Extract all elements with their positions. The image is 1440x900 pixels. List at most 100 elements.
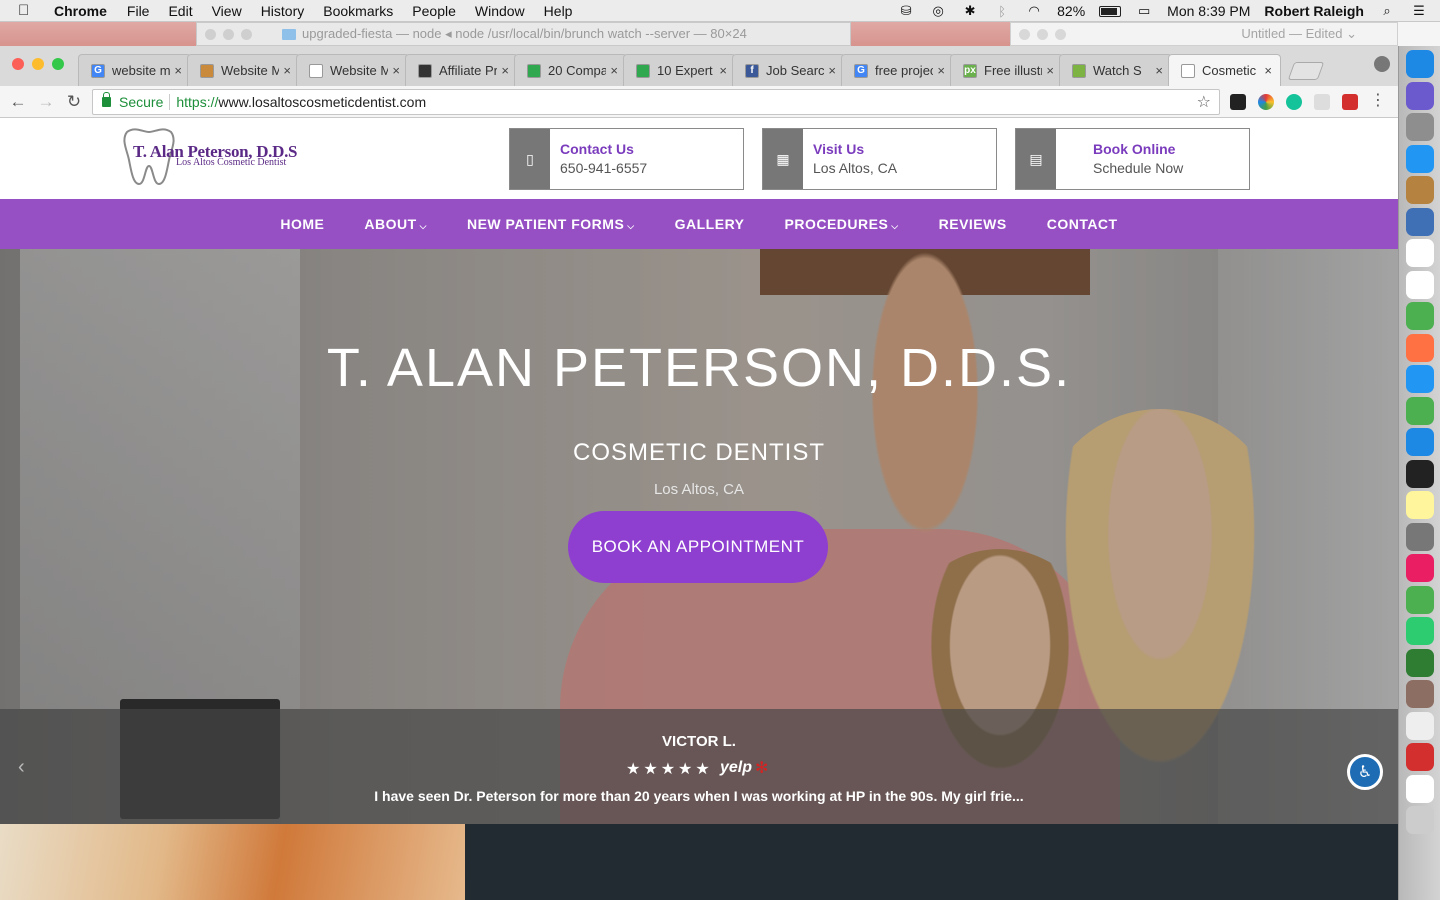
menu-history[interactable]: History: [261, 3, 305, 19]
dock-app-icon[interactable]: [1406, 774, 1434, 803]
new-tab-button[interactable]: [1287, 62, 1325, 80]
dock-app-icon[interactable]: [1406, 270, 1434, 299]
untitled-window-controls[interactable]: [1019, 28, 1066, 40]
tab-close-icon[interactable]: ×: [392, 63, 400, 78]
wifi-icon[interactable]: ◠: [1025, 3, 1043, 18]
menu-help[interactable]: Help: [544, 3, 573, 19]
menubar-user[interactable]: Robert Raleigh: [1264, 3, 1364, 19]
dock-app-icon[interactable]: [1406, 585, 1434, 614]
dock-app-icon[interactable]: [1406, 176, 1434, 204]
book-online-box[interactable]: ▤ Book Online Schedule Now: [1015, 128, 1250, 190]
visit-us-location[interactable]: Los Altos, CA: [813, 160, 897, 176]
browser-tab[interactable]: Affiliate Pr ×: [405, 54, 518, 86]
bookmark-star-icon[interactable]: ☆: [1197, 92, 1211, 112]
browser-tab[interactable]: Gwebsite m ×: [78, 54, 191, 86]
nav-reviews[interactable]: REVIEWS: [939, 216, 1007, 232]
dock-app-icon[interactable]: [1406, 333, 1434, 362]
status-menu-icon[interactable]: ⛁: [897, 3, 915, 18]
browser-tab[interactable]: px Free illustr ×: [950, 54, 1063, 86]
apple-menu-icon[interactable]: : [18, 2, 36, 19]
dock-app-icon[interactable]: [1406, 806, 1434, 834]
tab-close-icon[interactable]: ×: [719, 63, 727, 78]
close-window-button[interactable]: [12, 58, 24, 70]
tab-close-icon[interactable]: ×: [1155, 63, 1163, 78]
dock-app-icon[interactable]: [1406, 144, 1434, 173]
reload-icon[interactable]: ↻: [60, 92, 88, 112]
browser-tab[interactable]: Watch S ×: [1059, 54, 1172, 86]
bluetooth-icon[interactable]: ᛒ: [993, 4, 1011, 19]
menu-people[interactable]: People: [412, 3, 456, 19]
tab-close-icon[interactable]: ×: [1046, 63, 1054, 78]
dock-app-icon[interactable]: [1406, 113, 1434, 141]
visit-us-box[interactable]: ▦ Visit Us Los Altos, CA: [762, 128, 997, 190]
menu-view[interactable]: View: [212, 3, 242, 19]
status-app-icon[interactable]: ✱: [961, 3, 979, 18]
zoom-window-button[interactable]: [52, 58, 64, 70]
menu-file[interactable]: File: [127, 3, 150, 19]
dock-app-icon[interactable]: [1406, 302, 1434, 330]
menu-window[interactable]: Window: [475, 3, 525, 19]
minimize-window-button[interactable]: [32, 58, 44, 70]
chrome-menu-icon[interactable]: ⋮: [1370, 93, 1386, 110]
back-arrow-icon[interactable]: ←: [4, 92, 32, 112]
dock-app-icon[interactable]: [1406, 50, 1434, 78]
carousel-prev-arrow-icon[interactable]: ‹: [18, 756, 25, 779]
extension-icon[interactable]: [1230, 94, 1246, 110]
browser-tab[interactable]: Cosmetic I ×: [1168, 54, 1281, 86]
menubar-clock[interactable]: Mon 8:39 PM: [1167, 3, 1250, 19]
nav-new-patient-forms[interactable]: NEW PATIENT FORMS ⌵: [467, 216, 635, 232]
site-logo[interactable]: T. Alan Peterson, D.D.S Los Altos Cosmet…: [119, 126, 319, 188]
nav-gallery[interactable]: GALLERY: [675, 216, 745, 232]
tab-close-icon[interactable]: ×: [937, 63, 945, 78]
dock-app-icon[interactable]: [1406, 617, 1434, 645]
tab-close-icon[interactable]: ×: [501, 63, 509, 78]
untitled-window-titlebar[interactable]: Untitled — Edited ⌄: [1010, 22, 1398, 46]
dock-app-icon[interactable]: [1406, 680, 1434, 708]
contact-us-box[interactable]: ▯ Contact Us 650-941-6557: [509, 128, 744, 190]
airplay-icon[interactable]: ▭: [1135, 3, 1153, 18]
menu-bookmarks[interactable]: Bookmarks: [323, 3, 393, 19]
dock-app-icon[interactable]: [1406, 554, 1434, 582]
grammarly-icon[interactable]: [1286, 94, 1302, 110]
book-online-sub[interactable]: Schedule Now: [1093, 160, 1183, 176]
contact-us-phone[interactable]: 650-941-6557: [560, 160, 647, 176]
nav-procedures[interactable]: PROCEDURES ⌵: [785, 216, 899, 232]
color-picker-extension-icon[interactable]: [1258, 94, 1274, 110]
battery-percent[interactable]: 82%: [1057, 3, 1085, 19]
book-appointment-button[interactable]: BOOK AN APPOINTMENT: [568, 511, 828, 583]
spotlight-search-icon[interactable]: ⌕: [1378, 3, 1396, 18]
browser-tab[interactable]: Gfree projec ×: [841, 54, 954, 86]
url-scheme[interactable]: https://: [176, 94, 218, 110]
lock-icon[interactable]: [102, 92, 111, 107]
forward-arrow-icon[interactable]: →: [32, 92, 60, 112]
tab-close-icon[interactable]: ×: [610, 63, 618, 78]
accessibility-icon[interactable]: ♿: [1347, 754, 1383, 790]
dock-app-icon[interactable]: [1406, 239, 1434, 267]
address-bar[interactable]: Secure https:// www.losaltoscosmeticdent…: [92, 89, 1220, 115]
dock-app-icon[interactable]: [1406, 491, 1434, 519]
dock-app-icon[interactable]: [1406, 207, 1434, 236]
tab-close-icon[interactable]: ×: [174, 63, 182, 78]
creative-cloud-icon[interactable]: ◎: [929, 3, 947, 18]
app-menu-chrome[interactable]: Chrome: [54, 3, 107, 19]
dock-app-icon[interactable]: [1406, 648, 1434, 677]
tab-close-icon[interactable]: ×: [828, 63, 836, 78]
dock-app-icon[interactable]: [1406, 711, 1434, 740]
dock-app-icon[interactable]: [1406, 522, 1434, 551]
browser-tab[interactable]: f Job Search×: [732, 54, 845, 86]
contact-us-title[interactable]: Contact Us: [560, 141, 647, 157]
dock-app-icon[interactable]: [1406, 428, 1434, 456]
url-host[interactable]: www.losaltoscosmeticdentist.com: [218, 94, 426, 110]
nav-contact[interactable]: CONTACT: [1047, 216, 1118, 232]
notification-center-icon[interactable]: ☰: [1410, 3, 1428, 18]
nav-about[interactable]: ABOUT ⌵: [364, 216, 427, 232]
browser-tab[interactable]: 10 Expert I ×: [623, 54, 736, 86]
browser-tab[interactable]: Website M ×: [187, 54, 300, 86]
dock-app-icon[interactable]: [1406, 396, 1434, 425]
tab-close-icon[interactable]: ×: [283, 63, 291, 78]
secure-label[interactable]: Secure: [119, 94, 163, 110]
dock-app-icon[interactable]: [1406, 743, 1434, 771]
menu-edit[interactable]: Edit: [168, 3, 192, 19]
dock-app-icon[interactable]: [1406, 365, 1434, 393]
book-online-title[interactable]: Book Online: [1093, 141, 1183, 157]
